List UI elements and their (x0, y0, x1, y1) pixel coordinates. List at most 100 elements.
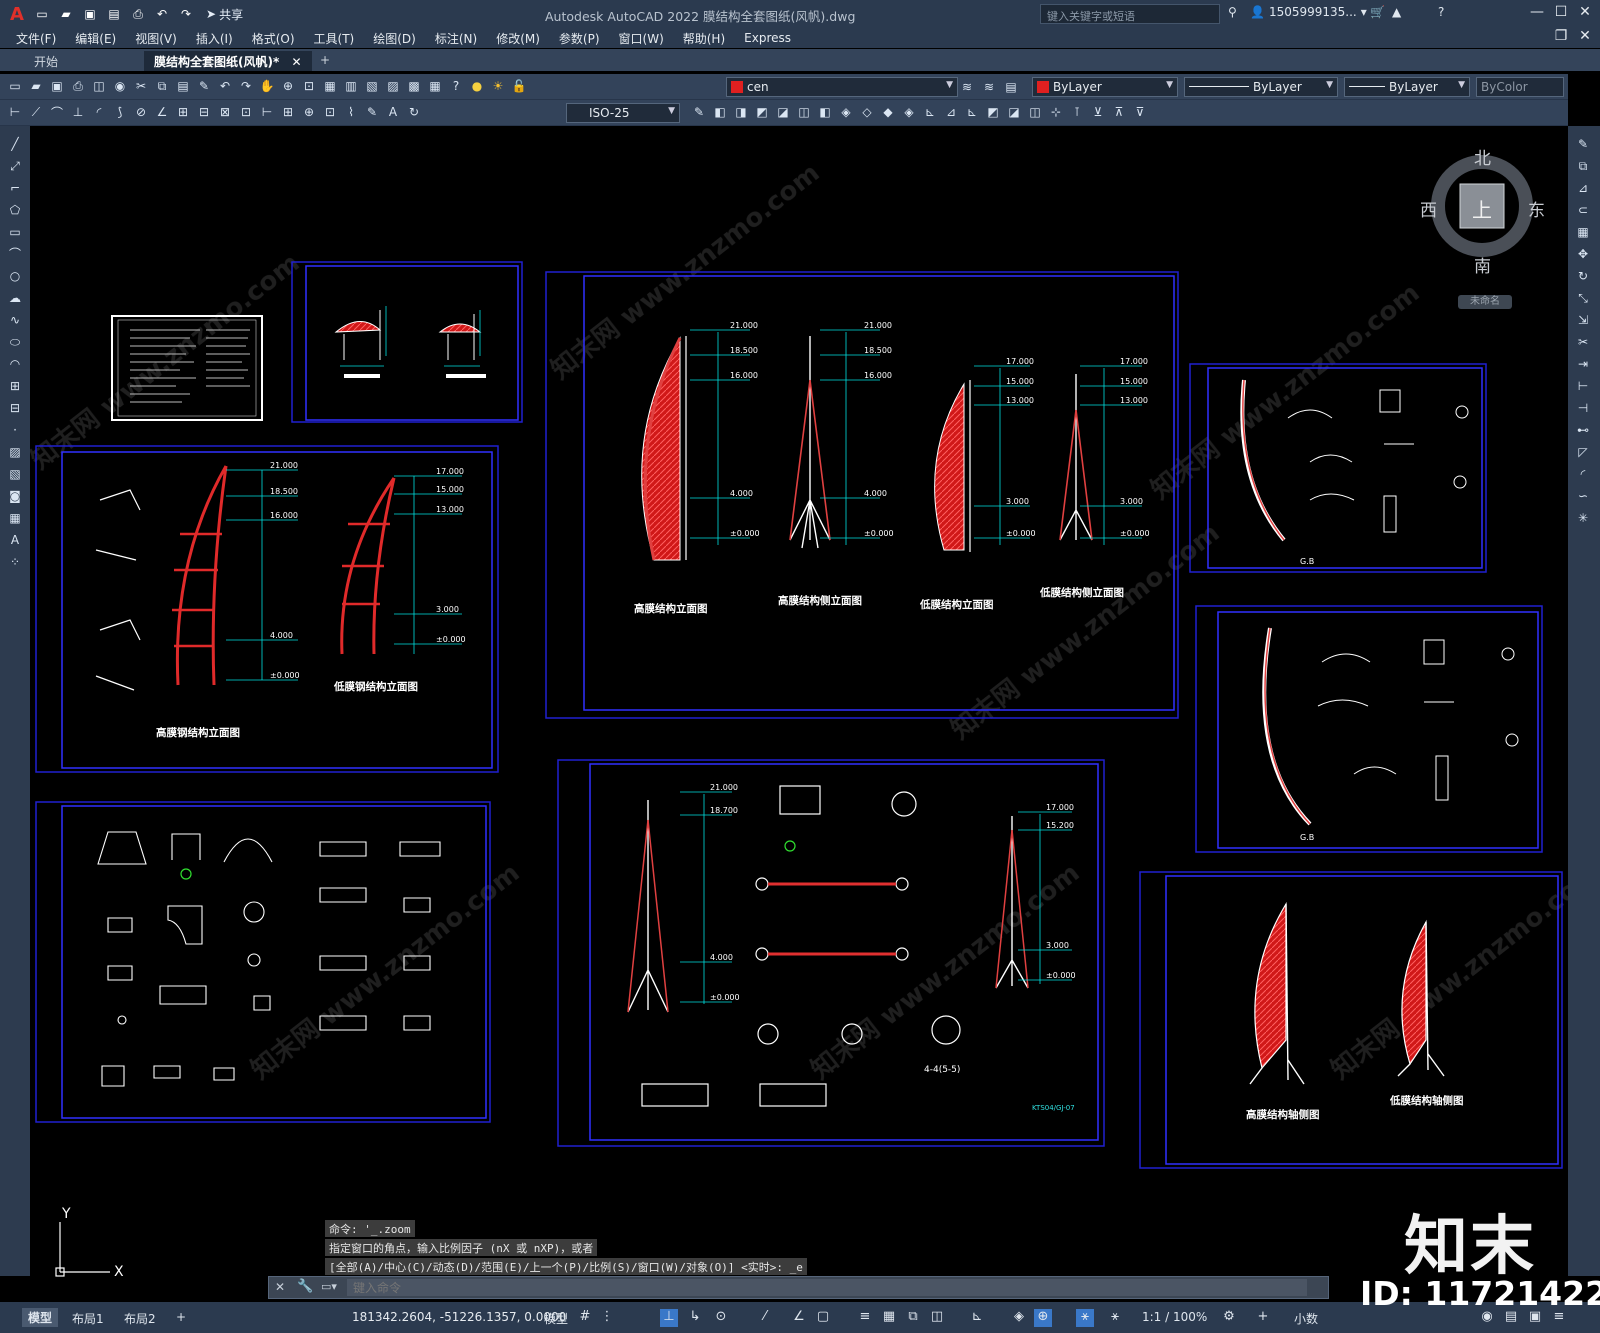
open-file-icon[interactable]: ▰ (56, 4, 76, 24)
stretch-icon[interactable]: ⇲ (1575, 312, 1591, 328)
view-nw-icon[interactable]: ◈ (900, 103, 918, 121)
ucs-face-icon[interactable]: ◩ (984, 103, 1002, 121)
menu-edit[interactable]: 编辑(E) (75, 30, 116, 47)
ucs-y-icon[interactable]: ⊽ (1131, 103, 1149, 121)
selection-filter-icon[interactable]: ◈ (1010, 1309, 1028, 1327)
scale-icon[interactable]: ⤡ (1575, 290, 1591, 306)
layer-lock-icon[interactable]: 🔓 (510, 77, 528, 95)
annotation-scale[interactable]: 1:1 / 100% (1142, 1310, 1207, 1324)
rectangle-icon[interactable]: ▭ (7, 224, 23, 240)
minimize-icon[interactable]: — (1526, 4, 1548, 24)
ucs-z-icon[interactable]: ⊺ (1068, 103, 1086, 121)
markup-icon[interactable]: ▩ (405, 77, 423, 95)
coordinate-readout[interactable]: 181342.2604, -51226.1357, 0.0000 (352, 1310, 566, 1324)
dim-jogged-icon[interactable]: ⟆ (111, 103, 129, 121)
learn-icon[interactable]: ▲ (1392, 5, 1401, 19)
dim-break-icon[interactable]: ⊢ (258, 103, 276, 121)
viewcube-east[interactable]: 东 (1528, 196, 1545, 221)
snap-icon[interactable]: ⋮ (598, 1309, 616, 1327)
ucs-world-icon[interactable]: ⊿ (942, 103, 960, 121)
ucs-3p-icon[interactable]: ⊻ (1089, 103, 1107, 121)
open-icon[interactable]: ▰ (27, 77, 45, 95)
3d-osnap-icon[interactable]: ◫ (928, 1309, 946, 1327)
save-as-icon[interactable]: ▤ (104, 4, 124, 24)
osnap-tracking-icon[interactable]: ∠ (790, 1309, 808, 1327)
dim-text-edit-icon[interactable]: A (384, 103, 402, 121)
dim-continue-icon[interactable]: ⊠ (216, 103, 234, 121)
layer-select[interactable]: cen ▼ (726, 77, 958, 97)
viewcube-top-face[interactable]: 上 (1472, 194, 1492, 223)
layer-state-icon[interactable]: ≋ (980, 78, 998, 96)
copy-object-icon[interactable]: ⧉ (1575, 158, 1591, 174)
ellipse-arc-icon[interactable]: ◠ (7, 356, 23, 372)
publish-icon[interactable]: ◉ (111, 77, 129, 95)
viewcube-north[interactable]: 北 (1474, 144, 1491, 169)
fillet-icon[interactable]: ◜ (1575, 466, 1591, 482)
dim-space-icon[interactable]: ⊡ (237, 103, 255, 121)
lineweight-select[interactable]: ByLayer ▼ (1344, 77, 1470, 97)
insert-block-icon[interactable]: ⊞ (7, 378, 23, 394)
dim-radius-icon[interactable]: ◜ (90, 103, 108, 121)
menu-parametric[interactable]: 参数(P) (559, 30, 600, 47)
tab-model[interactable]: 模型 (22, 1308, 59, 1327)
menu-window[interactable]: 窗口(W) (619, 30, 664, 47)
annotation-visibility-icon[interactable]: ⚹ (1076, 1309, 1094, 1327)
mast-detail-sheet[interactable]: 21.000 18.700 4.000 ±0.000 17.000 15.200 3.00… (557, 759, 1105, 1147)
line-icon[interactable]: ╱ (7, 136, 23, 152)
spline-icon[interactable]: ∿ (7, 312, 23, 328)
erase-icon[interactable]: ✎ (1575, 136, 1591, 152)
tab-active-drawing[interactable]: 膜结构全套图纸(风帆)* ✕ (144, 51, 312, 71)
polygon-icon[interactable]: ⬠ (7, 202, 23, 218)
trim-icon[interactable]: ✂ (1575, 334, 1591, 350)
axonometric-sheet[interactable]: 高膜结构轴侧图 低膜结构轴侧图 (1139, 871, 1563, 1169)
ucs-icon[interactable]: ⊾ (921, 103, 939, 121)
viewcube[interactable]: 北 南 东 西 上 (1420, 148, 1545, 277)
menu-draw[interactable]: 绘图(D) (373, 30, 416, 47)
dim-ordinate-icon[interactable]: ⊥ (69, 103, 87, 121)
viewcube-south[interactable]: 南 (1474, 252, 1491, 277)
autocad-logo-icon[interactable]: A (6, 3, 28, 25)
menu-view[interactable]: 视图(V) (135, 30, 177, 47)
move-icon[interactable]: ✥ (1575, 246, 1591, 262)
menu-dimension[interactable]: 标注(N) (435, 30, 477, 47)
pan-icon[interactable]: ✋ (258, 77, 276, 95)
break-icon[interactable]: ⊣ (1575, 400, 1591, 416)
close-tab-icon[interactable]: ✕ (291, 55, 301, 69)
tab-start[interactable]: 开始 (24, 51, 68, 71)
menu-help[interactable]: 帮助(H) (683, 30, 725, 47)
dim-linear-icon[interactable]: ⊢ (6, 103, 24, 121)
tolerance-icon[interactable]: ⊞ (279, 103, 297, 121)
linetype-select[interactable]: ByLayer ▼ (1184, 77, 1338, 97)
join-icon[interactable]: ⊷ (1575, 422, 1591, 438)
color-select[interactable]: ByLayer ▼ (1032, 77, 1178, 97)
dimstyle-select[interactable]: ISO-25 ▼ (566, 103, 680, 123)
region-icon[interactable]: ◙ (7, 488, 23, 504)
menu-tools[interactable]: 工具(T) (314, 30, 355, 47)
plot-icon[interactable]: ⎙ (128, 4, 148, 24)
auto-scale-icon[interactable]: ⚹ (1106, 1309, 1124, 1327)
plan-sheet[interactable] (291, 261, 523, 423)
ellipse-icon[interactable]: ⬭ (7, 334, 23, 350)
dim-edit-icon[interactable]: ✎ (363, 103, 381, 121)
view-right-icon[interactable]: ◪ (774, 103, 792, 121)
layer-sun-icon[interactable]: ☀ (489, 77, 507, 95)
menu-express[interactable]: Express (744, 31, 791, 45)
properties-icon[interactable]: ▦ (321, 77, 339, 95)
offset-icon[interactable]: ⊂ (1575, 202, 1591, 218)
view-left-icon[interactable]: ◩ (753, 103, 771, 121)
isodraft-icon[interactable]: ⁄ (756, 1309, 774, 1327)
print-icon[interactable]: ⎙ (69, 77, 87, 95)
jogged-linear-icon[interactable]: ⌇ (342, 103, 360, 121)
zoom-window-icon[interactable]: ⊡ (300, 77, 318, 95)
chamfer-icon[interactable]: ◸ (1575, 444, 1591, 460)
menu-modify[interactable]: 修改(M) (496, 30, 540, 47)
new-tab-button[interactable]: + (310, 51, 340, 71)
cart-icon[interactable]: 🛒 (1370, 5, 1385, 19)
copy-icon[interactable]: ⧉ (153, 77, 171, 95)
ortho-icon[interactable]: ⊥ (660, 1309, 678, 1327)
dynamic-ucs-icon[interactable]: ⊾ (968, 1309, 986, 1327)
revcloud-icon[interactable]: ☁ (7, 290, 23, 306)
new-file-icon[interactable]: ▭ (32, 4, 52, 24)
help-icon[interactable]: ? (1438, 5, 1444, 19)
rotate-icon[interactable]: ↻ (1575, 268, 1591, 284)
